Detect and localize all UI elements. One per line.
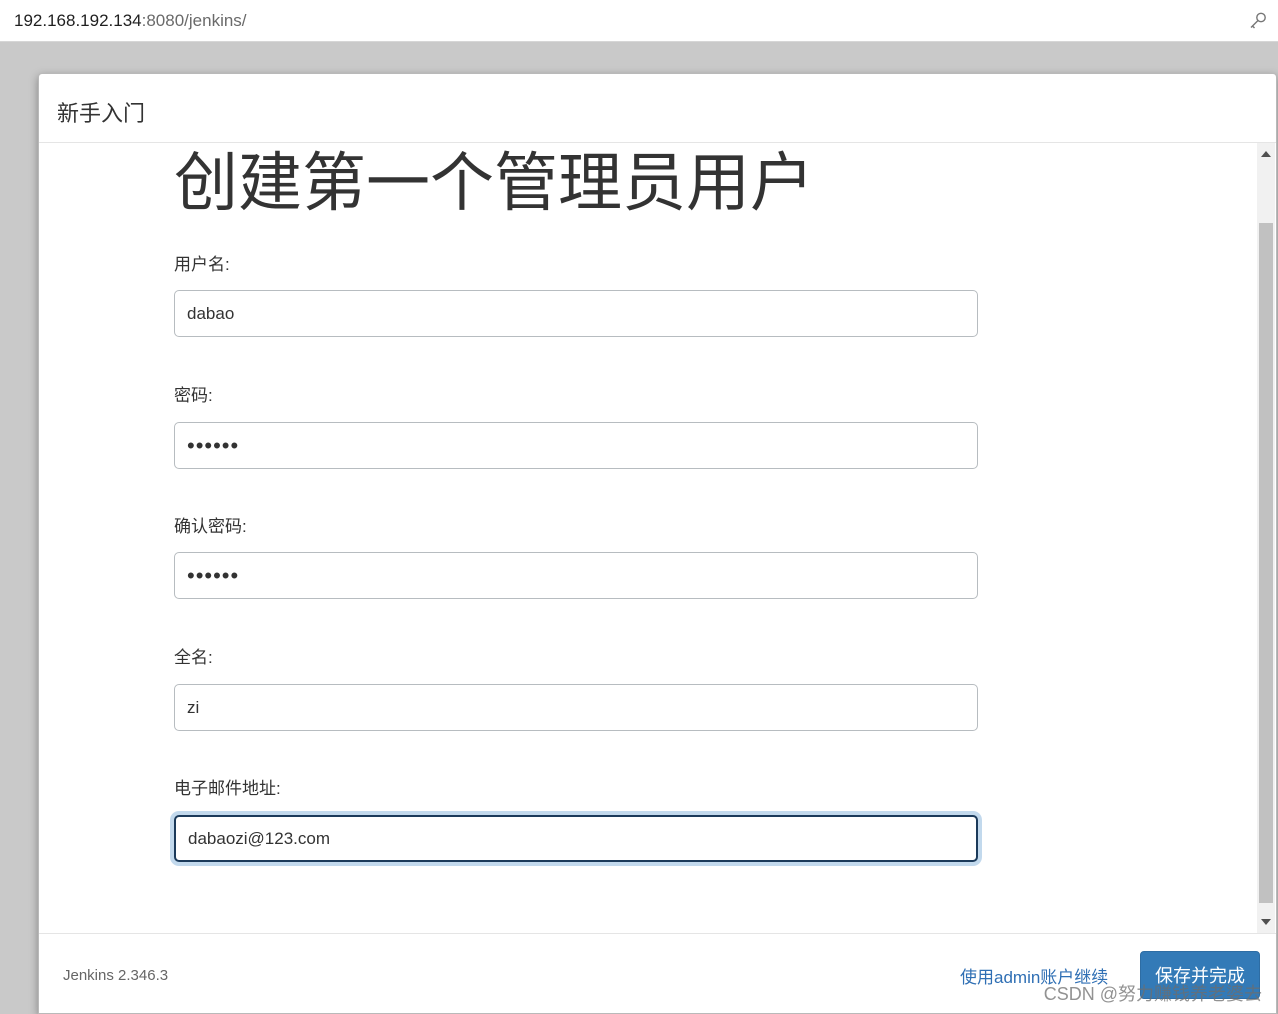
username-field[interactable]: [174, 290, 978, 337]
browser-address-bar[interactable]: 192.168.192.134:8080/jenkins/: [0, 0, 1278, 42]
confirm-password-label: 确认密码:: [174, 517, 247, 536]
username-label: 用户名:: [174, 255, 230, 274]
dialog-header: 新手入门: [39, 74, 1276, 143]
dialog-title: 新手入门: [57, 101, 146, 126]
url-path: :8080/jenkins/: [141, 11, 247, 30]
page-title: 创建第一个管理员用户: [174, 147, 814, 219]
email-field[interactable]: [174, 815, 978, 862]
scroll-up-arrow-icon[interactable]: [1261, 151, 1271, 157]
setup-wizard-dialog: 新手入门 创建第一个管理员用户 用户名: 密码: 确认密码: 全名: 电子邮件地…: [38, 73, 1277, 1014]
password-label: 密码:: [174, 386, 213, 405]
email-label: 电子邮件地址:: [174, 779, 281, 798]
key-icon[interactable]: [1248, 11, 1268, 31]
full-name-field[interactable]: [174, 684, 978, 731]
full-name-label: 全名:: [174, 648, 213, 667]
url-text[interactable]: 192.168.192.134:8080/jenkins/: [14, 11, 247, 31]
url-host: 192.168.192.134: [14, 11, 142, 30]
scroll-down-arrow-icon[interactable]: [1261, 919, 1271, 925]
dialog-body: 创建第一个管理员用户 用户名: 密码: 确认密码: 全名: 电子邮件地址:: [39, 143, 1276, 933]
csdn-watermark: CSDN @努力赚钱养老婆去: [1043, 984, 1262, 1004]
dialog-scrollbar[interactable]: [1257, 143, 1275, 933]
confirm-password-field[interactable]: [174, 552, 978, 599]
jenkins-version: Jenkins 2.346.3: [63, 967, 169, 984]
scroll-thumb[interactable]: [1259, 223, 1273, 903]
password-field[interactable]: [174, 422, 978, 469]
